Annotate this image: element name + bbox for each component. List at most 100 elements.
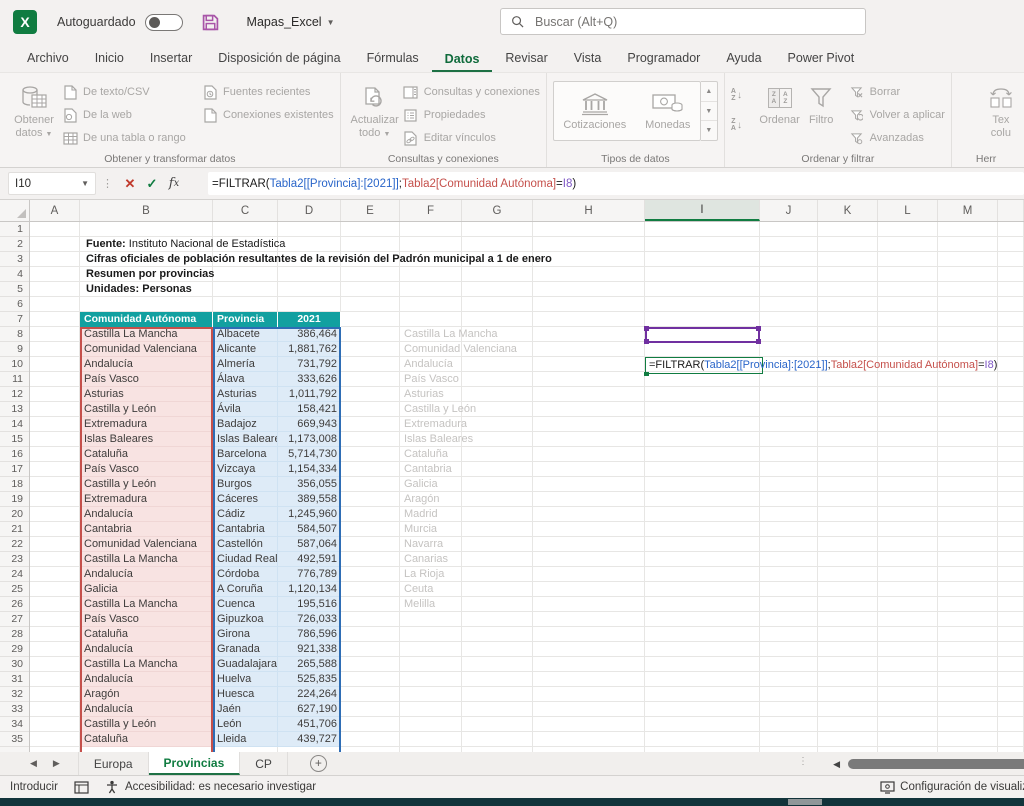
autosave-toggle[interactable] bbox=[145, 14, 183, 31]
accessibility-status[interactable]: Accesibilidad: es necesario investigar bbox=[105, 780, 316, 794]
cell-provincia[interactable]: Barcelona bbox=[213, 447, 278, 462]
clear-filter-button[interactable]: Borrar bbox=[849, 82, 945, 102]
cell-comunidad[interactable]: Extremadura bbox=[80, 492, 213, 507]
existing-connections-button[interactable]: Conexiones existentes bbox=[202, 105, 334, 125]
cell-provincia[interactable]: Lleida bbox=[213, 732, 278, 747]
cell-comunidad[interactable]: Cataluña bbox=[80, 627, 213, 642]
edit-links-button[interactable]: Editar vínculos bbox=[403, 128, 540, 148]
cell-2021[interactable]: 627,190 bbox=[278, 702, 341, 717]
ghost-spill-item[interactable]: Navarra bbox=[404, 537, 443, 552]
document-title[interactable]: Mapas_Excel bbox=[247, 15, 322, 29]
cell-provincia[interactable]: Vizcaya bbox=[213, 462, 278, 477]
row-header-33[interactable]: 33 bbox=[0, 702, 29, 717]
ribbon-tab-ayuda[interactable]: Ayuda bbox=[713, 46, 774, 72]
formula-input[interactable]: =FILTRAR(Tabla2[[Provincia]:[2021]];Tabl… bbox=[208, 172, 1024, 195]
get-data-button[interactable]: Obtener datos ▼ bbox=[6, 79, 62, 149]
ribbon-tab-fórmulas[interactable]: Fórmulas bbox=[354, 46, 432, 72]
name-box[interactable]: I10 ▼ bbox=[8, 172, 96, 195]
table-header-row[interactable]: Comunidad Autónoma Provincia 2021 bbox=[80, 312, 341, 327]
cell-2021[interactable]: 786,596 bbox=[278, 627, 341, 642]
cell-i10-formula-text[interactable]: =FILTRAR(Tabla2[[Provincia]:[2021]];Tabl… bbox=[649, 357, 997, 373]
cell-provincia[interactable]: León bbox=[213, 717, 278, 732]
cell-comunidad[interactable]: Andalucía bbox=[80, 567, 213, 582]
ghost-spill-item[interactable]: Comunidad Valenciana bbox=[404, 342, 517, 357]
column-header-n[interactable] bbox=[998, 200, 1024, 221]
cell-2021[interactable]: 333,626 bbox=[278, 372, 341, 387]
ribbon-tab-vista[interactable]: Vista bbox=[561, 46, 615, 72]
row-header-18[interactable]: 18 bbox=[0, 477, 29, 492]
cell-comunidad[interactable]: Andalucía bbox=[80, 672, 213, 687]
add-sheet-button[interactable]: + bbox=[310, 755, 327, 772]
cell-comunidad[interactable]: Aragón bbox=[80, 687, 213, 702]
row-header-25[interactable]: 25 bbox=[0, 582, 29, 597]
ghost-spill-item[interactable]: Canarias bbox=[404, 552, 448, 567]
reapply-filter-button[interactable]: Volver a aplicar bbox=[849, 105, 945, 125]
advanced-filter-button[interactable]: Avanzadas bbox=[849, 128, 945, 148]
cell-2021[interactable]: 386,464 bbox=[278, 327, 341, 342]
row-header-6[interactable]: 6 bbox=[0, 297, 29, 312]
cell-provincia[interactable]: A Coruña bbox=[213, 582, 278, 597]
save-button[interactable] bbox=[201, 12, 221, 32]
stocks-button[interactable]: Cotizaciones bbox=[563, 92, 626, 131]
cell-i8-reference-box[interactable] bbox=[645, 327, 760, 343]
row-header-23[interactable]: 23 bbox=[0, 552, 29, 567]
ghost-spill-item[interactable]: Cataluña bbox=[404, 447, 448, 462]
refresh-all-button[interactable]: Actualizar todo ▼ bbox=[347, 79, 403, 149]
cell-2021[interactable]: 525,835 bbox=[278, 672, 341, 687]
cell-2021[interactable]: 492,591 bbox=[278, 552, 341, 567]
ribbon-tab-datos[interactable]: Datos bbox=[432, 47, 493, 73]
currencies-button[interactable]: Monedas bbox=[645, 92, 690, 131]
cell-comunidad[interactable]: Castilla La Mancha bbox=[80, 597, 213, 612]
ghost-spill-item[interactable]: Galicia bbox=[404, 477, 438, 492]
cell-comunidad[interactable]: Castilla y León bbox=[80, 717, 213, 732]
row-header-16[interactable]: 16 bbox=[0, 447, 29, 462]
row-header-4[interactable]: 4 bbox=[0, 267, 29, 282]
sheet-nav-right-icon[interactable]: ▶ bbox=[53, 758, 60, 769]
macro-record-button[interactable] bbox=[74, 781, 89, 794]
ribbon-tab-power-pivot[interactable]: Power Pivot bbox=[775, 46, 868, 72]
cell-provincia[interactable]: Guadalajara bbox=[213, 657, 278, 672]
cell-provincia[interactable]: Gipuzkoa bbox=[213, 612, 278, 627]
cell-2021[interactable]: 731,792 bbox=[278, 357, 341, 372]
cell-2021[interactable]: 1,245,960 bbox=[278, 507, 341, 522]
row-header-17[interactable]: 17 bbox=[0, 462, 29, 477]
cell-comunidad[interactable]: Comunidad Valenciana bbox=[80, 342, 213, 357]
column-header-F[interactable]: F bbox=[400, 200, 462, 221]
cell-provincia[interactable]: Burgos bbox=[213, 477, 278, 492]
ghost-spill-item[interactable]: Cantabria bbox=[404, 462, 452, 477]
cell-2021[interactable]: 1,011,792 bbox=[278, 387, 341, 402]
cell-provincia[interactable]: Cáceres bbox=[213, 492, 278, 507]
ribbon-tab-archivo[interactable]: Archivo bbox=[14, 46, 82, 72]
cell-comunidad[interactable]: Castilla y León bbox=[80, 477, 213, 492]
ghost-spill-item[interactable]: Aragón bbox=[404, 492, 439, 507]
column-header-D[interactable]: D bbox=[278, 200, 341, 221]
row-header-30[interactable]: 30 bbox=[0, 657, 29, 672]
ribbon-tab-programador[interactable]: Programador bbox=[614, 46, 713, 72]
horizontal-scrollbar[interactable] bbox=[848, 759, 1024, 769]
column-header-J[interactable]: J bbox=[760, 200, 818, 221]
column-header-A[interactable]: A bbox=[30, 200, 80, 221]
from-text-csv-button[interactable]: De texto/CSV bbox=[62, 82, 202, 102]
cell-provincia[interactable]: Cádiz bbox=[213, 507, 278, 522]
ghost-spill-item[interactable]: La Rioja bbox=[404, 567, 444, 582]
cell-provincia[interactable]: Almería bbox=[213, 357, 278, 372]
cell-2021[interactable]: 451,706 bbox=[278, 717, 341, 732]
ghost-spill-item[interactable]: Islas Baleares bbox=[404, 432, 473, 447]
row-header-1[interactable]: 1 bbox=[0, 222, 29, 237]
recent-sources-button[interactable]: Fuentes recientes bbox=[202, 82, 334, 102]
cell-comunidad[interactable]: Andalucía bbox=[80, 507, 213, 522]
cell-provincia[interactable]: Cuenca bbox=[213, 597, 278, 612]
column-header-K[interactable]: K bbox=[818, 200, 878, 221]
cell-2021[interactable]: 5,714,730 bbox=[278, 447, 341, 462]
cell-comunidad[interactable]: Cataluña bbox=[80, 732, 213, 747]
column-header-I[interactable]: I bbox=[645, 200, 760, 221]
row-header-29[interactable]: 29 bbox=[0, 642, 29, 657]
text-to-columns-button[interactable]: Tex colu bbox=[976, 79, 1024, 149]
sheet-tab-europa[interactable]: Europa bbox=[79, 752, 149, 775]
cell-provincia[interactable]: Álava bbox=[213, 372, 278, 387]
cell-comunidad[interactable]: Andalucía bbox=[80, 642, 213, 657]
from-table-range-button[interactable]: De una tabla o rango bbox=[62, 128, 202, 148]
cell-2021[interactable]: 265,588 bbox=[278, 657, 341, 672]
cell-2021[interactable]: 195,516 bbox=[278, 597, 341, 612]
ribbon-tab-insertar[interactable]: Insertar bbox=[137, 46, 205, 72]
